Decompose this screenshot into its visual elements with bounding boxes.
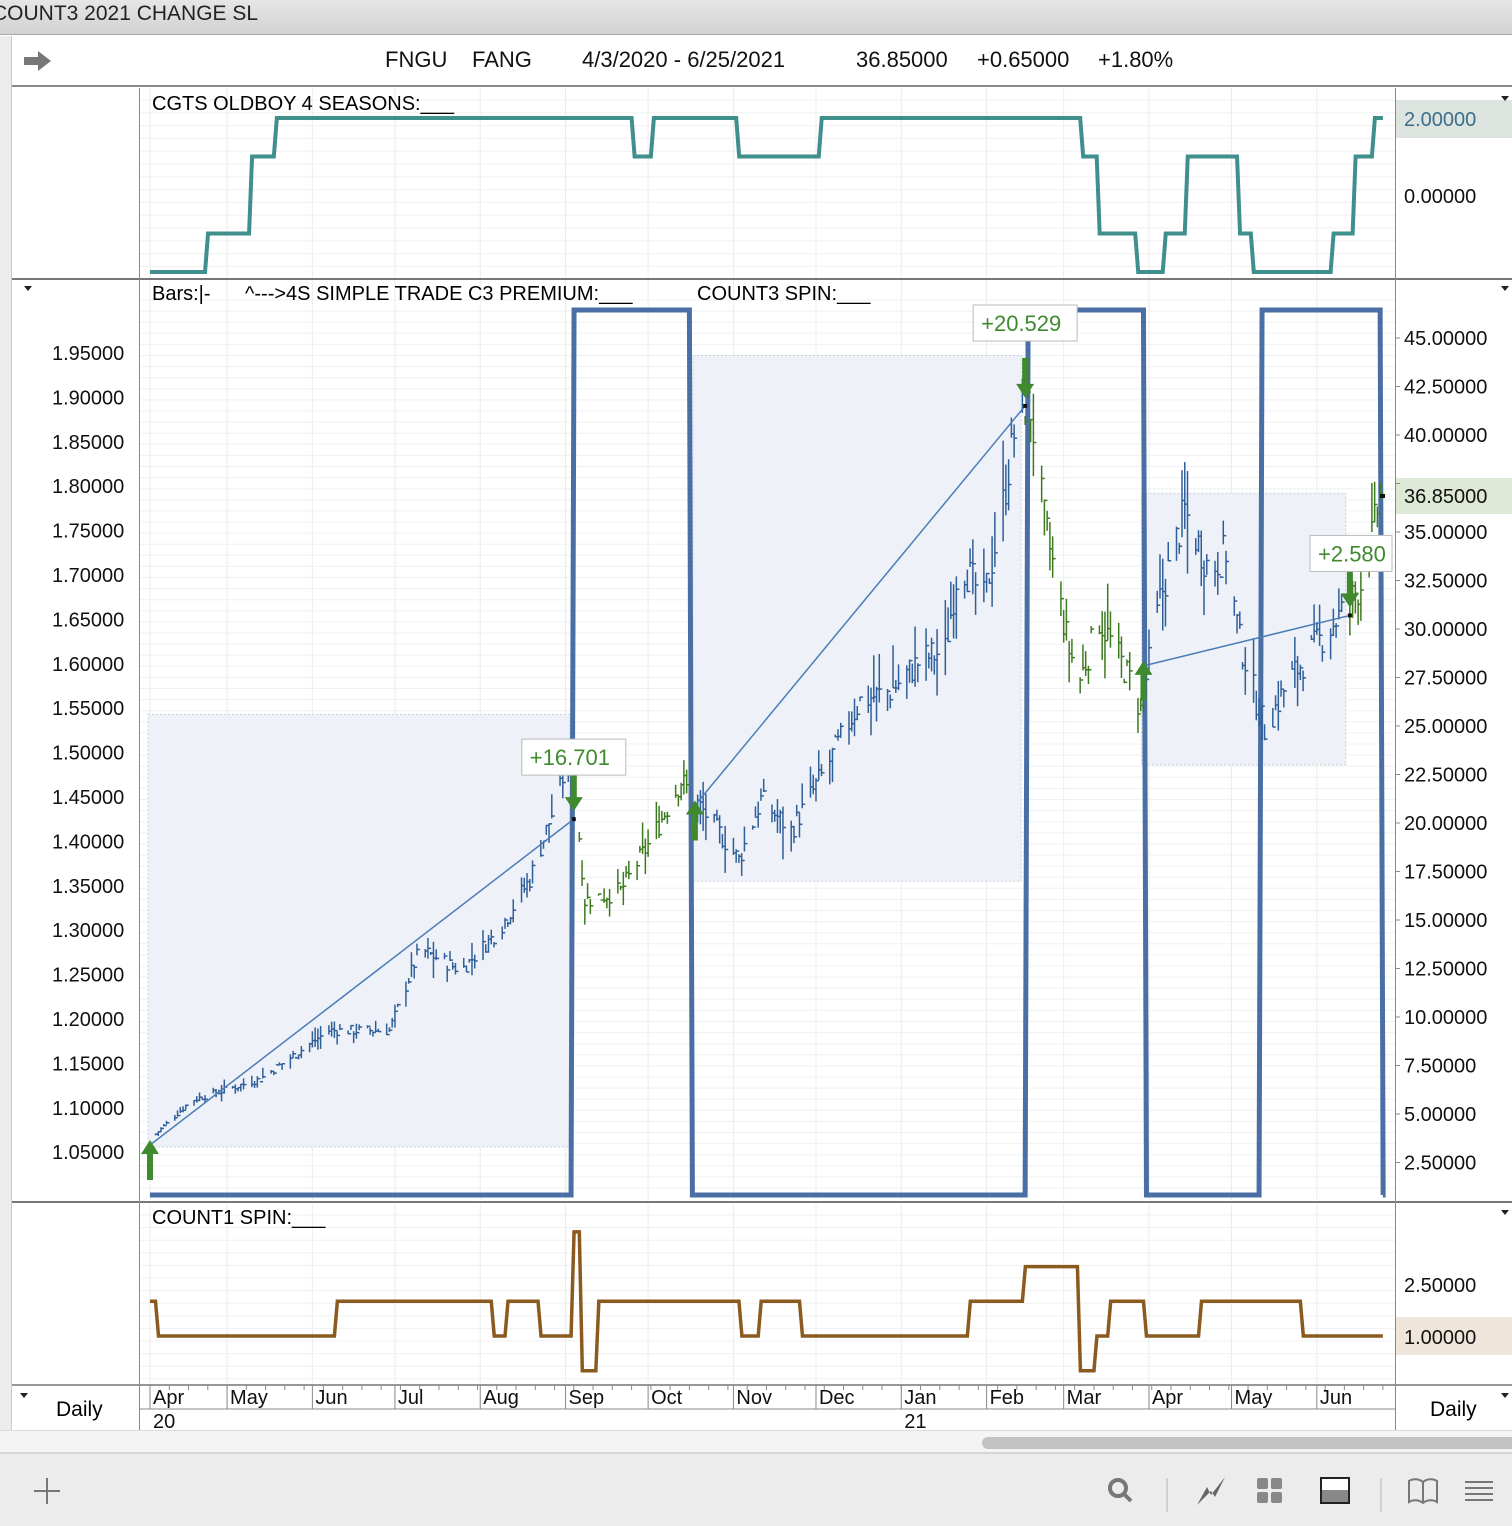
right-axis-label: 27.50000 [1404, 668, 1487, 690]
left-axis-label: 1.10000 [52, 1098, 124, 1120]
bottom-axis-label: 2.50000 [1404, 1275, 1476, 1297]
bars-style-label[interactable]: Bars:|- [152, 283, 211, 305]
month-label: Dec [819, 1387, 855, 1409]
chart-style-icon[interactable] [1194, 1474, 1228, 1508]
right-axis-label: 40.00000 [1404, 425, 1487, 447]
period-right-menu-icon[interactable] [1501, 1393, 1509, 1398]
left-axis-label: 1.70000 [52, 565, 124, 587]
right-axis-label: 22.50000 [1404, 765, 1487, 787]
bottom-pane-menu-icon[interactable] [1501, 1210, 1509, 1215]
top-pane-title: CGTS OLDBOY 4 SEASONS:___ [152, 93, 455, 115]
month-label: Nov [736, 1387, 772, 1409]
chart-area[interactable]: +16.701 +20.529 +2.580 Apr 20 May Jun Jul Aug Se… [0, 0, 1512, 1430]
year-label: 20 [153, 1411, 175, 1430]
left-axis-label: 1.95000 [52, 343, 124, 365]
last-price-marker [1380, 494, 1385, 498]
right-axis-label: 15.00000 [1404, 910, 1487, 932]
right-axis-label: 42.50000 [1404, 377, 1487, 399]
last-price-label: 36.85000 [1404, 486, 1487, 508]
menu-icon[interactable] [1462, 1474, 1496, 1508]
right-axis-label: 7.50000 [1404, 1056, 1476, 1078]
oldboy-4-seasons-line [150, 116, 1383, 274]
left-axis-label: 1.85000 [52, 432, 124, 454]
right-axis-label: 32.50000 [1404, 571, 1487, 593]
right-axis-label: 17.50000 [1404, 862, 1487, 884]
trade-profit-label: +2.580 [1318, 541, 1386, 566]
month-label: Jun [1320, 1387, 1352, 1409]
month-label: May [1235, 1387, 1273, 1409]
toolbar-divider [1166, 1478, 1168, 1512]
period-left-menu-icon[interactable] [20, 1393, 28, 1398]
main-pane-title-2: COUNT3 SPIN:___ [697, 283, 871, 305]
panel-layout-icon[interactable] [1318, 1474, 1352, 1508]
grid-layout-icon[interactable] [1253, 1474, 1287, 1508]
right-axis-label: 10.00000 [1404, 1007, 1487, 1029]
left-axis-label: 1.55000 [52, 698, 124, 720]
month-label: Apr [1152, 1387, 1183, 1409]
horizontal-scrollbar[interactable] [0, 1430, 1512, 1452]
bottom-pane-title: COUNT1 SPIN:___ [152, 1207, 326, 1229]
left-axis-label: 1.20000 [52, 1009, 124, 1031]
left-axis-label: 1.65000 [52, 609, 124, 631]
left-axis-label: 1.60000 [52, 654, 124, 676]
left-axis-label: 1.25000 [52, 965, 124, 987]
right-axis-label: 2.50000 [1404, 1153, 1476, 1175]
left-axis-label: 1.30000 [52, 920, 124, 942]
left-axis-label: 1.35000 [52, 876, 124, 898]
month-label: Oct [651, 1387, 683, 1409]
period-left[interactable]: Daily [56, 1398, 103, 1421]
scrollbar-thumb[interactable] [982, 1437, 1512, 1449]
top-axis-label: 2.00000 [1404, 109, 1476, 131]
year-label: 21 [904, 1411, 926, 1430]
left-axis-label: 1.05000 [52, 1142, 124, 1164]
right-axis-label: 12.50000 [1404, 959, 1487, 981]
trade-profit-label: +20.529 [981, 311, 1061, 336]
bottom-axis-label: 1.00000 [1404, 1327, 1476, 1349]
month-label: Sep [569, 1387, 605, 1409]
period-right[interactable]: Daily [1430, 1398, 1477, 1421]
left-axis-label: 1.40000 [52, 831, 124, 853]
toolbar-divider [1380, 1478, 1382, 1512]
left-axis-label: 1.75000 [52, 521, 124, 543]
month-label: Jan [904, 1387, 936, 1409]
add-icon[interactable] [30, 1474, 64, 1508]
main-right-menu-icon[interactable] [1501, 286, 1509, 291]
month-label: Apr [153, 1387, 184, 1409]
right-axis-label: 45.00000 [1404, 328, 1487, 350]
exit-marker [1347, 613, 1352, 618]
month-label: Mar [1067, 1387, 1102, 1409]
exit-marker [1023, 403, 1028, 408]
month-label: Jun [315, 1387, 347, 1409]
book-icon[interactable] [1406, 1474, 1440, 1508]
main-pane-title: ^--->4S SIMPLE TRADE C3 PREMIUM:___ [245, 283, 633, 305]
month-label: May [230, 1387, 268, 1409]
trade-range-box [692, 354, 1022, 882]
left-axis-label: 1.80000 [52, 476, 124, 498]
left-axis-label: 1.45000 [52, 787, 124, 809]
right-axis-label: 35.00000 [1404, 522, 1487, 544]
search-icon[interactable] [1104, 1474, 1138, 1508]
top-axis-label: 0.00000 [1404, 186, 1476, 208]
exit-marker [571, 817, 576, 822]
month-label: Aug [483, 1387, 519, 1409]
month-label: Feb [990, 1387, 1024, 1409]
trade-range-box [1140, 492, 1347, 766]
left-axis-label: 1.90000 [52, 387, 124, 409]
right-axis-label: 20.00000 [1404, 813, 1487, 835]
right-axis-label: 30.00000 [1404, 619, 1487, 641]
right-axis-label: 25.00000 [1404, 716, 1487, 738]
bottom-toolbar [0, 1452, 1512, 1526]
main-pane-menu-icon[interactable] [24, 286, 32, 291]
trade-range-box [147, 713, 571, 1148]
right-axis-label: 5.00000 [1404, 1104, 1476, 1126]
left-axis-label: 1.15000 [52, 1053, 124, 1075]
left-axis-label: 1.50000 [52, 743, 124, 765]
trade-profit-label: +16.701 [530, 745, 610, 770]
month-label: Jul [398, 1387, 424, 1409]
